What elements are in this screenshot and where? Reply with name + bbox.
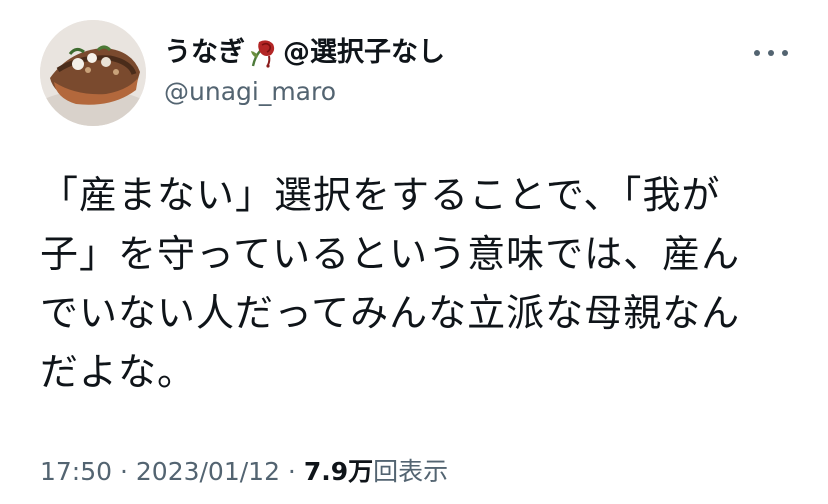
meta-separator: · bbox=[279, 457, 304, 486]
author-display-name[interactable]: うなぎ @選択子なし bbox=[164, 36, 445, 70]
tweet-text: 「産まない」選択をすることで、「我が 子」を守っているという意味では、産ん でい… bbox=[40, 166, 800, 402]
tweet-meta: 17:50 · 2023/01/12 · 7.9万回表示 bbox=[40, 456, 448, 488]
display-name-suffix: @選択子なし bbox=[283, 37, 445, 68]
tweet-date[interactable]: 2023/01/12 bbox=[136, 457, 280, 486]
more-options-button[interactable] bbox=[754, 44, 788, 62]
meta-separator: · bbox=[112, 457, 136, 486]
dot-icon bbox=[754, 50, 760, 56]
avatar[interactable] bbox=[40, 20, 146, 126]
tweet-text-line: 「産まない」選択をすることで、「我が bbox=[40, 173, 721, 217]
tweet-text-line: でいない人だってみんな立派な母親なん bbox=[40, 291, 741, 335]
tweet-time[interactable]: 17:50 bbox=[40, 457, 112, 486]
display-name-prefix: うなぎ bbox=[164, 37, 245, 68]
food-photo-avatar-icon bbox=[40, 20, 146, 126]
tweet-text-line: 子」を守っているという意味では、産ん bbox=[40, 232, 741, 276]
views-count[interactable]: 7.9万 bbox=[304, 457, 373, 486]
author-handle[interactable]: @unagi_maro bbox=[164, 77, 336, 107]
views-label: 回表示 bbox=[373, 457, 449, 486]
tweet-text-line: だよな。 bbox=[40, 350, 197, 394]
dot-icon bbox=[782, 50, 788, 56]
wilted-flower-icon bbox=[247, 36, 281, 70]
dot-icon bbox=[768, 50, 774, 56]
